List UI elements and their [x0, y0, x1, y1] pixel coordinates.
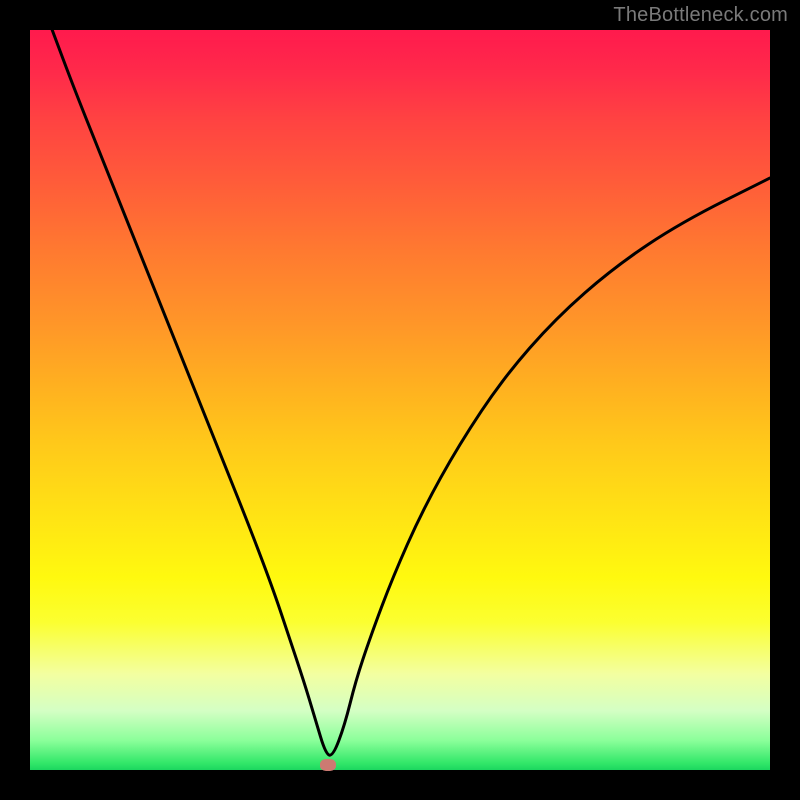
bottleneck-curve: [30, 30, 770, 770]
optimal-point-marker: [320, 759, 336, 771]
plot-area: [30, 30, 770, 770]
chart-frame: TheBottleneck.com: [0, 0, 800, 800]
watermark-text: TheBottleneck.com: [613, 4, 788, 27]
